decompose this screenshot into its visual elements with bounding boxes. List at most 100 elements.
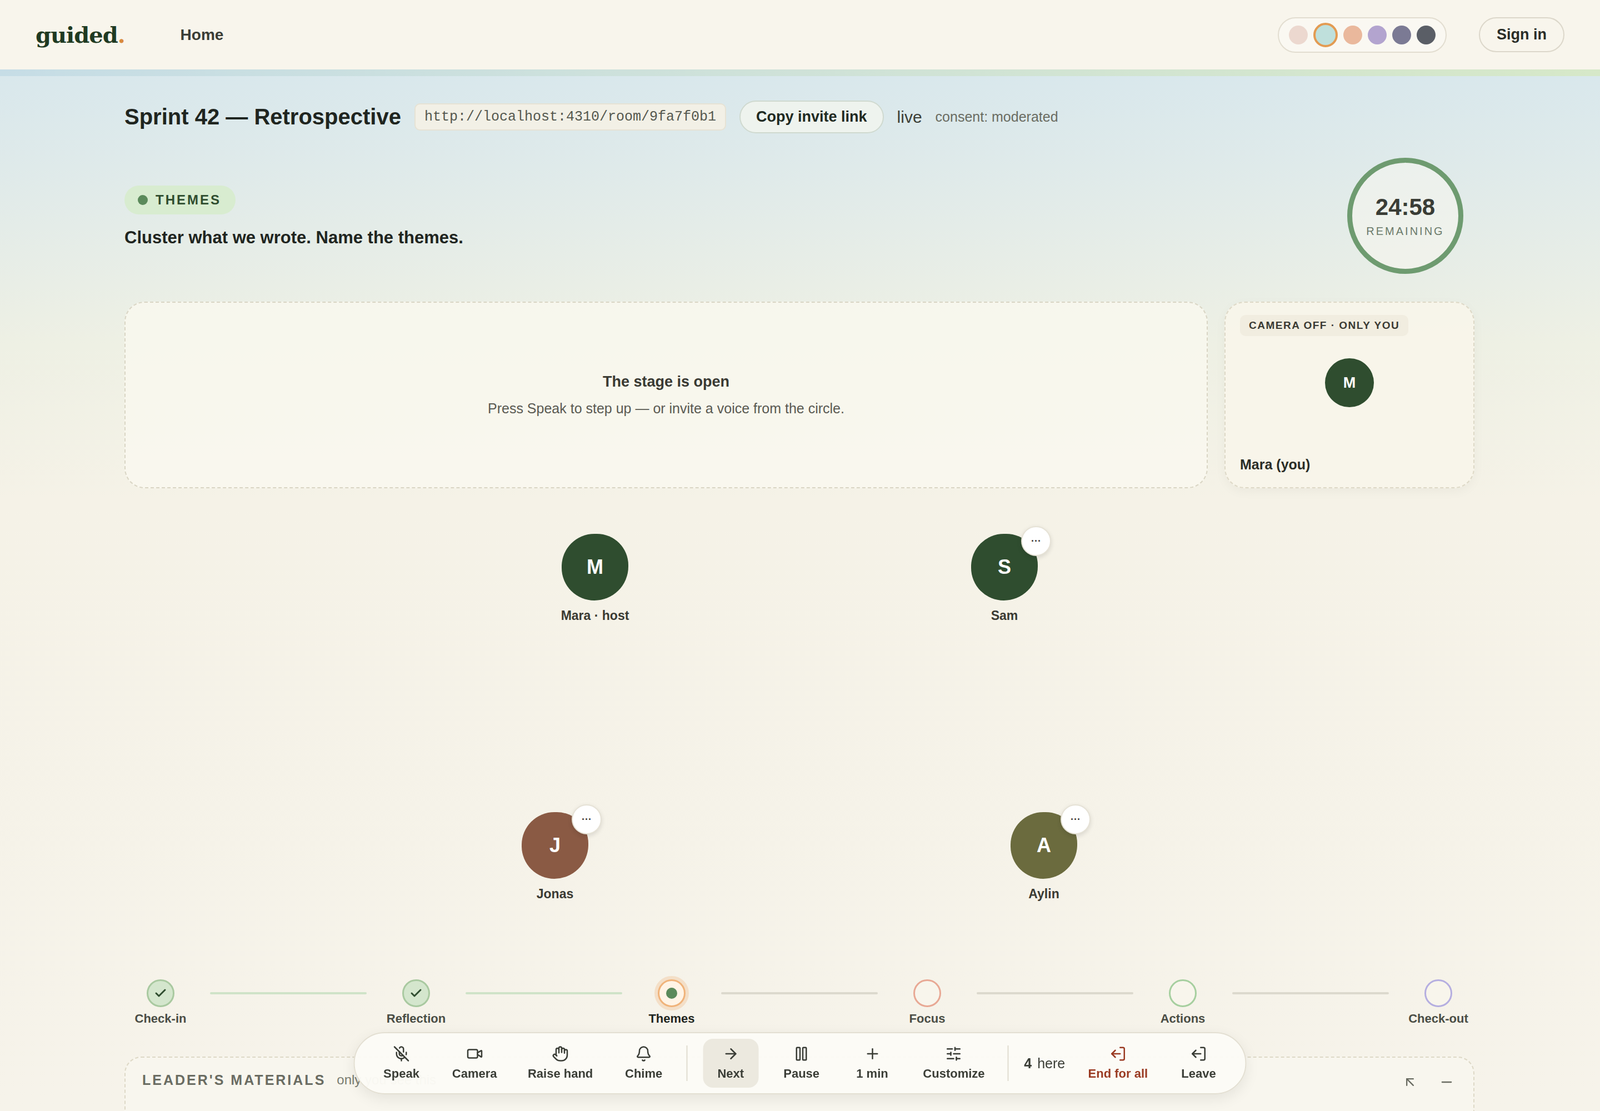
phase-step[interactable]: Focus <box>891 979 964 1027</box>
invite-url[interactable]: http://localhost:4310/room/9fa7f0b1 <box>414 103 727 131</box>
minimize-button[interactable] <box>1436 1072 1457 1093</box>
arrow-right-icon <box>722 1045 739 1063</box>
theme-swatch[interactable] <box>1392 25 1412 45</box>
timer-label: REMAINING <box>1366 225 1444 238</box>
top-bar: guided. Home Sign in <box>0 0 1600 70</box>
self-view: CAMERA OFF · ONLY YOU M Mara (you) <box>1224 301 1475 489</box>
control-toolbar: Speak Camera Raise hand Chime Next Pause 1 min… <box>353 1032 1247 1095</box>
timer-time: 24:58 <box>1375 193 1435 221</box>
sliders-icon <box>945 1045 963 1063</box>
mic-off-icon <box>393 1045 410 1063</box>
step-dot <box>913 979 942 1008</box>
self-name: Mara (you) <box>1240 456 1459 473</box>
room-title-row: Sprint 42 — Retrospective http://localhos… <box>124 100 1475 134</box>
step-label: Themes <box>648 1011 695 1027</box>
presence-count: 4here <box>1023 1055 1065 1072</box>
step-dot <box>146 979 175 1008</box>
plus-icon <box>863 1045 881 1063</box>
step-connector <box>465 992 623 995</box>
step-label: Focus <box>909 1011 946 1027</box>
phase-step[interactable]: Reflection <box>380 979 453 1027</box>
participant: M Mara · host <box>528 533 662 624</box>
arrow-up-left-icon <box>1402 1074 1418 1090</box>
participant-name: Jonas <box>536 886 574 902</box>
expand-button[interactable] <box>1400 1072 1420 1093</box>
participant: S···Sam <box>937 533 1072 624</box>
check-icon <box>409 986 423 1000</box>
participant: J···Jonas <box>488 812 622 902</box>
toolbar-button[interactable]: Camera <box>444 1038 505 1088</box>
participant-menu-button[interactable]: ··· <box>1021 526 1052 557</box>
phase-step[interactable]: Actions <box>1146 979 1219 1027</box>
pause-icon <box>793 1045 810 1063</box>
stage-title: The stage is open <box>602 373 730 391</box>
room-page: guided. Home Sign in Sprint 42 — Retrospect… <box>0 0 1600 1111</box>
theme-swatches <box>1277 17 1447 53</box>
self-avatar: M <box>1325 358 1374 408</box>
toolbar-button[interactable]: Speak <box>373 1038 430 1088</box>
toolbar-divider <box>1007 1045 1009 1082</box>
theme-swatch[interactable] <box>1313 22 1338 48</box>
participant-name: Mara · host <box>561 608 630 624</box>
toolbar-button[interactable]: 1 min <box>844 1038 900 1088</box>
step-dot <box>402 979 430 1008</box>
toolbar-button[interactable]: Next <box>702 1038 759 1088</box>
theme-swatch[interactable] <box>1343 25 1363 45</box>
check-icon <box>153 986 168 1000</box>
theme-swatch[interactable] <box>1416 25 1436 45</box>
participant-name: Sam <box>991 608 1019 624</box>
hand-icon <box>552 1045 569 1063</box>
step-dot <box>1424 979 1453 1008</box>
participant-name: Aylin <box>1028 886 1059 902</box>
nav-link[interactable]: Home <box>180 26 224 44</box>
consent-mode: consent: moderated <box>935 108 1059 125</box>
exit-button[interactable]: End for all <box>1080 1038 1157 1088</box>
phase-dot <box>137 195 148 205</box>
copy-invite-button[interactable]: Copy invite link <box>739 100 884 134</box>
door-exit-icon <box>1190 1045 1207 1063</box>
phase-step[interactable]: Themes <box>635 979 708 1027</box>
participant-circle: M Mara · host S···Sam J···Jonas A···Aylin <box>124 488 1475 980</box>
current-dot <box>666 987 678 999</box>
logo[interactable]: guided. <box>35 21 125 48</box>
materials-title: LEADER'S MATERIALS <box>142 1072 326 1089</box>
toolbar-button[interactable]: Raise hand <box>520 1038 601 1088</box>
step-connector <box>210 992 367 995</box>
step-label: Check-in <box>135 1011 187 1027</box>
participant: A···Aylin <box>977 812 1111 902</box>
room-status: live <box>897 107 923 127</box>
theme-swatch[interactable] <box>1288 25 1308 45</box>
toolbar-button[interactable]: Customize <box>915 1038 993 1088</box>
participant-menu-button[interactable]: ··· <box>1060 804 1091 835</box>
phase-stepper: Check-in Reflection Themes Focus Actions Chec… <box>124 979 1475 1027</box>
participant-avatar[interactable]: M <box>561 533 629 601</box>
camera-icon <box>466 1045 483 1063</box>
exit-button[interactable]: Leave <box>1170 1038 1227 1088</box>
toolbar-button[interactable]: Pause <box>773 1038 830 1088</box>
phase-step[interactable]: Check-in <box>124 979 197 1027</box>
theme-swatch[interactable] <box>1367 25 1387 45</box>
minus-icon <box>1438 1074 1455 1090</box>
step-connector <box>1232 992 1389 995</box>
sign-in-button[interactable]: Sign in <box>1478 17 1565 53</box>
phase-prompt: Cluster what we wrote. Name the themes. <box>124 227 464 248</box>
accent-strip <box>0 69 1600 77</box>
door-exit-icon <box>1109 1045 1127 1063</box>
toolbar-divider <box>686 1045 688 1082</box>
step-connector <box>976 992 1134 995</box>
stage: The stage is open Press Speak to step up … <box>124 301 1208 489</box>
camera-status-badge: CAMERA OFF · ONLY YOU <box>1240 315 1409 337</box>
step-dot <box>1168 979 1197 1008</box>
step-label: Actions <box>1160 1011 1206 1027</box>
phase-badge: THEMES <box>124 185 236 215</box>
step-label: Reflection <box>386 1011 446 1027</box>
toolbar-button[interactable]: Chime <box>616 1038 672 1088</box>
stage-hint: Press Speak to step up — or invite a voi… <box>487 400 845 417</box>
room-title: Sprint 42 — Retrospective <box>124 104 402 130</box>
phase-step[interactable]: Check-out <box>1402 979 1475 1027</box>
step-connector <box>721 992 878 995</box>
participant-menu-button[interactable]: ··· <box>571 804 602 835</box>
bell-icon <box>635 1045 653 1063</box>
step-dot <box>657 979 686 1008</box>
step-label: Check-out <box>1408 1011 1469 1027</box>
